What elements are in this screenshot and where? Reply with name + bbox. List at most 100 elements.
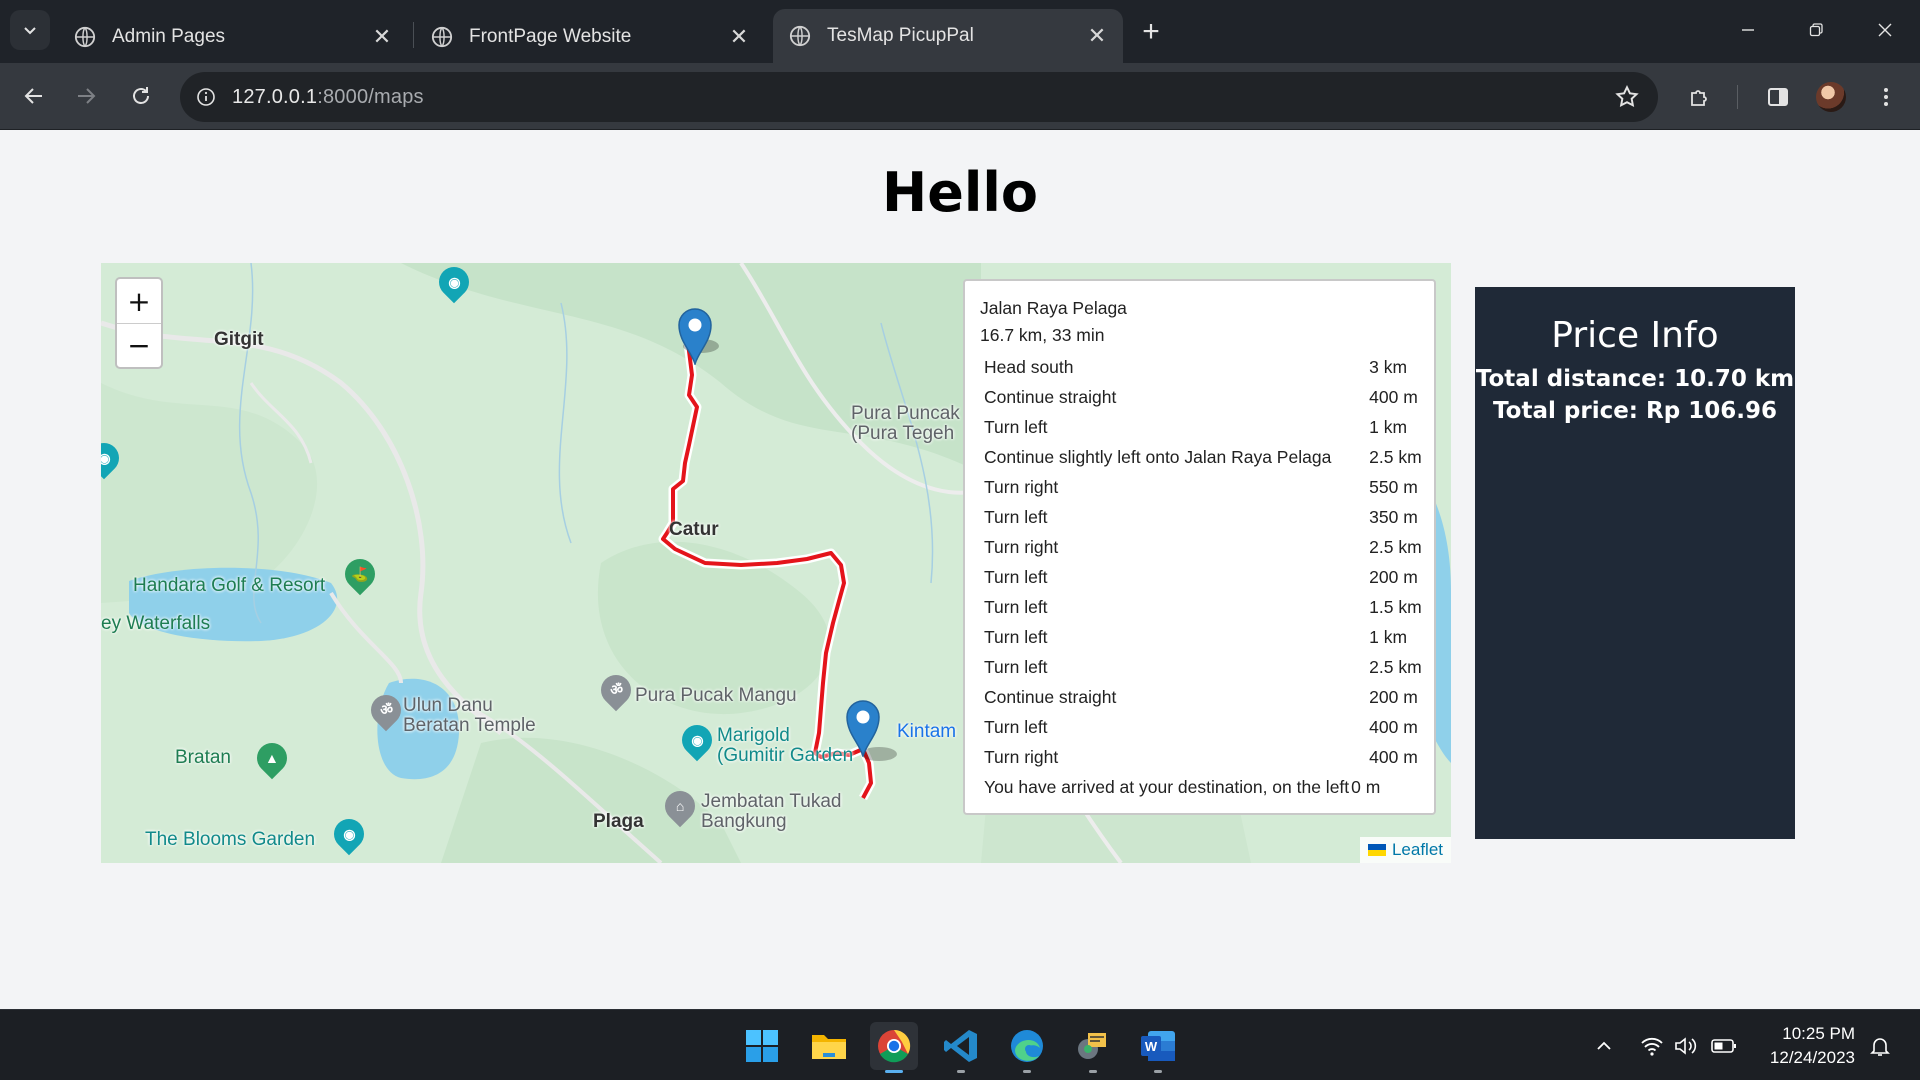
map-label-beratan-temple: Beratan Temple — [403, 715, 536, 736]
tab-tesmap-picuppal[interactable]: TesMap PicupPal ✕ — [773, 9, 1123, 63]
taskbar-app[interactable] — [1069, 1022, 1117, 1073]
volume-status[interactable] — [1672, 1032, 1700, 1060]
close-icon[interactable]: ✕ — [727, 24, 751, 49]
close-window-button[interactable] — [1862, 10, 1908, 50]
leaflet-link[interactable]: Leaflet — [1392, 840, 1443, 860]
route-step-row[interactable]: You have arrived at your destination, on… — [980, 772, 1422, 802]
url-text[interactable]: 127.0.0.1:8000/maps — [232, 86, 424, 109]
map-label-blooms: The Blooms Garden — [145, 829, 316, 850]
globe-icon — [789, 25, 811, 47]
map-label-gumitir: (Gumitir Garden — [717, 745, 854, 766]
route-step-row[interactable]: Turn left 1.5 km — [980, 592, 1422, 622]
restore-icon — [1809, 23, 1823, 37]
map-label-handara: Handara Golf & Resort — [133, 575, 326, 596]
wifi-status[interactable] — [1638, 1032, 1666, 1060]
address-bar[interactable]: 127.0.0.1:8000/maps — [180, 72, 1658, 122]
route-step-distance: 2.5 km — [1369, 536, 1422, 557]
bookmark-star-icon[interactable] — [1614, 84, 1640, 115]
new-tab-button[interactable]: + — [1133, 14, 1169, 50]
back-button[interactable] — [14, 76, 54, 116]
route-step-row[interactable]: Turn right 2.5 km — [980, 532, 1422, 562]
tab-admin-pages[interactable]: Admin Pages ✕ — [58, 10, 408, 63]
map-container[interactable]: ◉ ◉ ⛳ ॐ ॐ ◉ ▲ ⌂ ◉ Gitgit Pura Puncak (Pu… — [101, 263, 1451, 863]
clock-date: 12/24/2023 — [1769, 1048, 1855, 1067]
route-step-row[interactable]: Turn right 400 m — [980, 742, 1422, 772]
route-step-distance: 400 m — [1369, 746, 1418, 767]
map-label-kintamani: Kintam — [897, 721, 957, 742]
map-label-bangkung: Bangkung — [701, 811, 787, 832]
route-step-row[interactable]: Turn right 550 m — [980, 472, 1422, 502]
toolbar-divider — [1737, 85, 1738, 109]
show-hidden-icons-button[interactable] — [1590, 1032, 1618, 1060]
map-label-jembatan: Jembatan Tukad — [701, 791, 842, 812]
route-step-distance: 400 m — [1369, 716, 1418, 737]
taskbar-edge[interactable] — [1003, 1022, 1051, 1073]
route-step-distance: 1 km — [1369, 626, 1408, 647]
price-info-title: Price Info — [1551, 315, 1719, 356]
battery-status[interactable] — [1710, 1032, 1738, 1060]
taskbar-chrome[interactable] — [870, 1022, 918, 1073]
end-marker-icon[interactable] — [845, 699, 881, 757]
site-info-icon[interactable] — [194, 85, 218, 109]
page-heading: Hello — [882, 161, 1038, 224]
profile-avatar[interactable] — [1816, 82, 1846, 112]
taskbar-vscode[interactable] — [937, 1022, 985, 1073]
route-step-instruction: You have arrived at your destination, on… — [984, 776, 1350, 797]
taskbar-file-explorer[interactable] — [805, 1022, 853, 1070]
total-distance: Total distance: 10.70 km — [1475, 366, 1795, 392]
route-name: Jalan Raya Pelaga — [980, 298, 1127, 318]
route-step-row[interactable]: Turn left 200 m — [980, 562, 1422, 592]
kebab-menu-icon — [1884, 88, 1888, 106]
side-panel-icon — [1768, 88, 1788, 106]
zoom-out-button[interactable]: − — [117, 323, 161, 367]
route-step-distance: 350 m — [1369, 506, 1418, 527]
battery-icon — [1711, 1039, 1736, 1053]
start-button[interactable] — [738, 1022, 786, 1070]
route-step-row[interactable]: Continue straight 200 m — [980, 682, 1422, 712]
map-label-pura-tegeh: (Pura Tegeh — [851, 423, 955, 444]
system-clock[interactable]: 10:25 PM 12/24/2023 — [1755, 1022, 1855, 1070]
close-icon[interactable]: ✕ — [370, 24, 394, 49]
tab-search-button[interactable] — [10, 10, 50, 50]
route-step-instruction: Turn right — [984, 536, 1059, 557]
map-label-pura-pucak-mangu: Pura Pucak Mangu — [635, 685, 797, 706]
route-step-instruction: Turn left — [984, 716, 1048, 737]
chevron-up-icon — [1597, 1041, 1611, 1050]
url-path: :8000/maps — [317, 85, 424, 108]
route-step-row[interactable]: Turn left 350 m — [980, 502, 1422, 532]
browser-toolbar: 127.0.0.1:8000/maps — [0, 63, 1920, 130]
route-step-distance: 1.5 km — [1369, 596, 1422, 617]
menu-button[interactable] — [1866, 77, 1906, 117]
folder-icon — [812, 1035, 846, 1059]
notifications-button[interactable] — [1866, 1032, 1894, 1060]
route-step-row[interactable]: Head south 3 km — [980, 352, 1422, 382]
route-step-row[interactable]: Continue straight 400 m — [980, 382, 1422, 412]
reload-button[interactable] — [121, 76, 161, 116]
route-step-distance: 3 km — [1369, 356, 1408, 377]
taskbar-word[interactable]: W — [1134, 1022, 1182, 1073]
extensions-button[interactable] — [1680, 77, 1720, 117]
tab-frontpage-website[interactable]: FrontPage Website ✕ — [415, 10, 765, 63]
route-step-distance: 200 m — [1369, 686, 1418, 707]
route-step-row[interactable]: Turn left 1 km — [980, 412, 1422, 442]
close-icon[interactable]: ✕ — [1085, 23, 1109, 48]
total-price: Total price: Rp 106.96 — [1493, 398, 1777, 424]
route-step-row[interactable]: Continue slightly left onto Jalan Raya P… — [980, 442, 1422, 472]
tab-strip: Admin Pages ✕ FrontPage Website ✕ TesMap… — [0, 0, 1920, 63]
clock-time: 10:25 PM — [1782, 1024, 1855, 1043]
map-label-bratan: Bratan — [175, 747, 231, 768]
zoom-in-button[interactable]: + — [117, 279, 161, 323]
route-step-instruction: Turn left — [984, 626, 1048, 647]
route-step-row[interactable]: Turn left 1 km — [980, 622, 1422, 652]
route-step-instruction: Turn left — [984, 506, 1048, 527]
route-summary: 16.7 km, 33 min — [980, 325, 1105, 345]
forward-button[interactable] — [66, 76, 106, 116]
restore-button[interactable] — [1793, 10, 1839, 50]
route-step-row[interactable]: Turn left 2.5 km — [980, 652, 1422, 682]
arrow-left-icon — [24, 88, 42, 104]
side-panel-button[interactable] — [1758, 77, 1798, 117]
minimize-button[interactable] — [1725, 10, 1771, 50]
route-step-row[interactable]: Turn left 400 m — [980, 712, 1422, 742]
arrow-right-icon — [78, 88, 96, 104]
start-marker-icon[interactable] — [677, 307, 713, 365]
